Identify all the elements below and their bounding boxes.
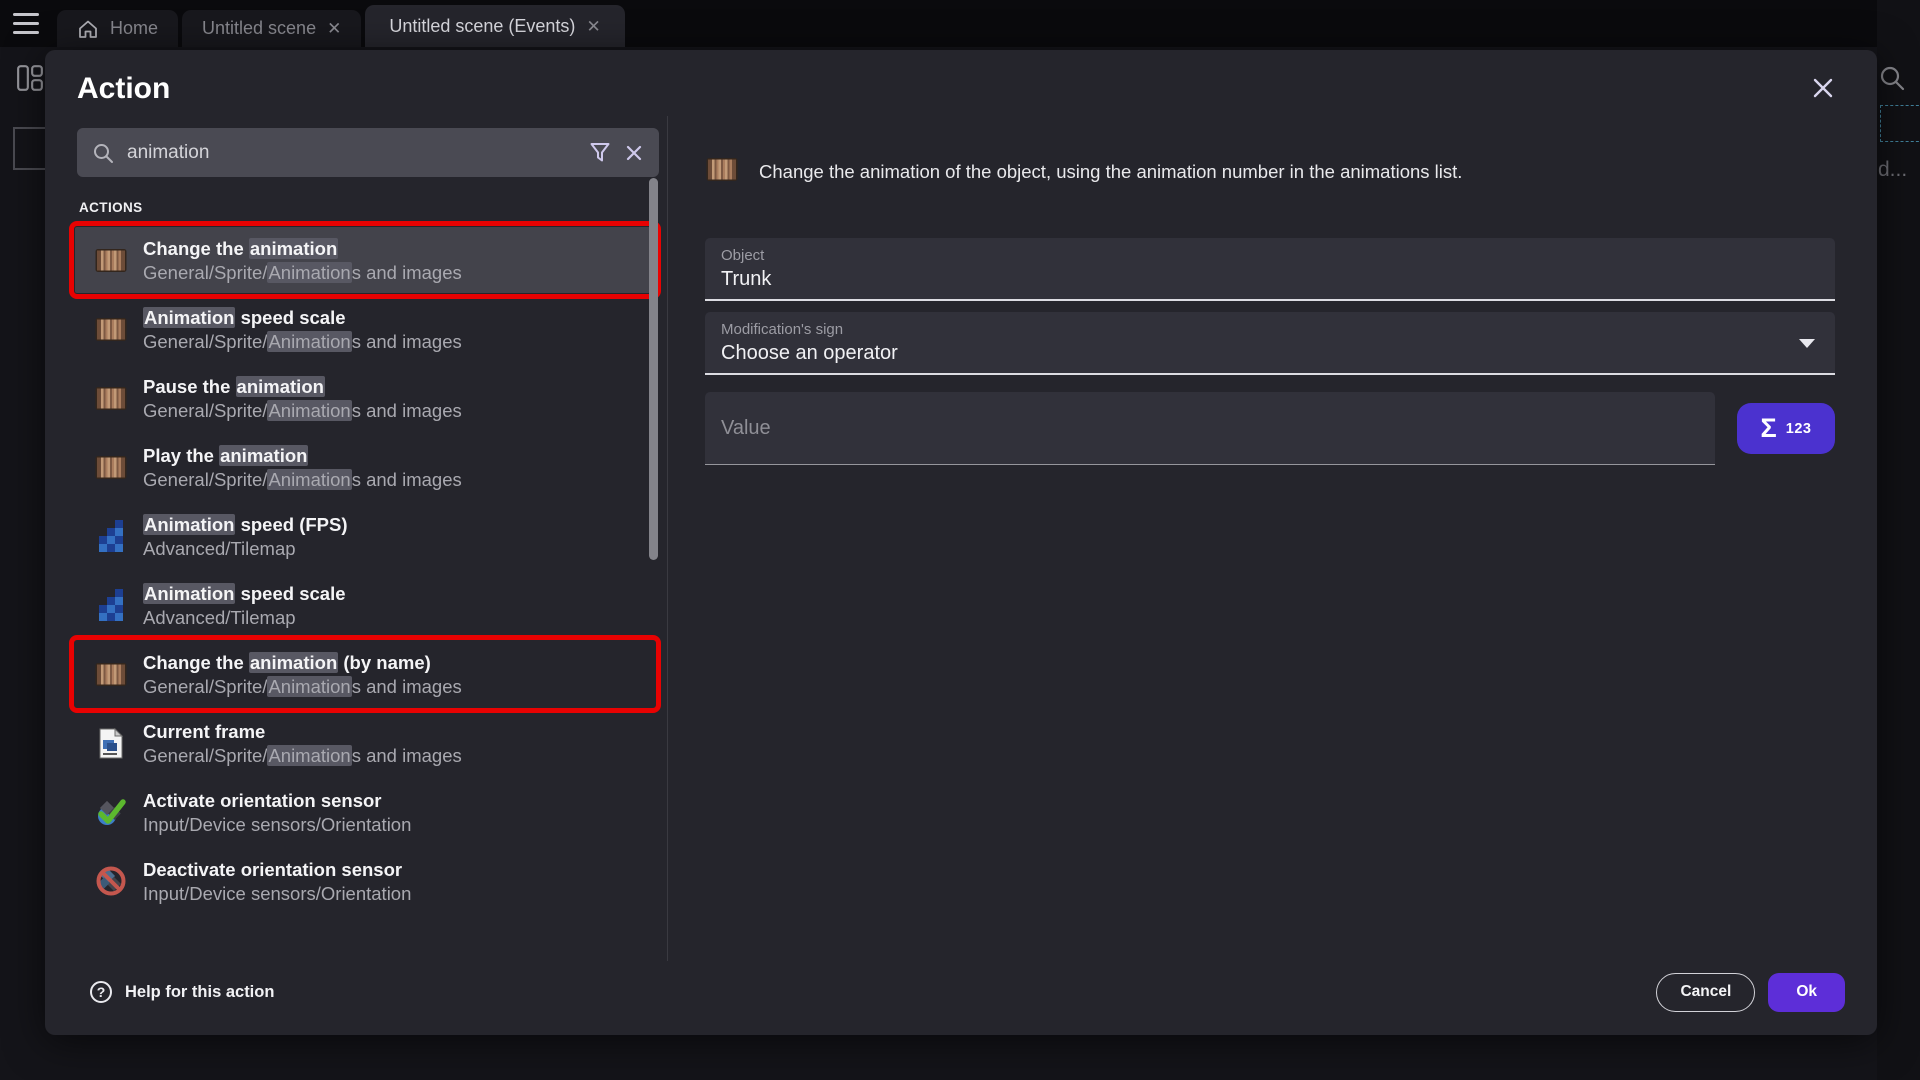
item-title: Change the animation (by name)	[143, 651, 462, 675]
truncated-background-text: d...	[1878, 158, 1907, 182]
operator-select-label: Modification's sign	[721, 321, 1819, 338]
panels-layout-icon[interactable]	[16, 64, 44, 97]
item-title: Deactivate orientation sensor	[143, 858, 411, 882]
item-subtitle: General/Sprite/Animations and images	[143, 399, 462, 422]
action-dialog: Action ACTIONS Change the animation Gene…	[45, 50, 1877, 1035]
filter-icon[interactable]	[589, 141, 611, 165]
object-field-value: Trunk	[721, 268, 1819, 291]
ok-button[interactable]: Ok	[1768, 973, 1845, 1012]
list-item[interactable]: Pause the animation General/Sprite/Anima…	[75, 365, 655, 431]
magnifier-icon	[92, 142, 114, 164]
expression-editor-button[interactable]: Σ 123	[1737, 403, 1835, 454]
home-icon	[77, 19, 99, 39]
item-title: Pause the animation	[143, 375, 462, 399]
search-icon[interactable]	[1878, 64, 1906, 97]
animation-icon	[93, 454, 129, 481]
tilemap-icon	[93, 520, 129, 552]
tab[interactable]: Home	[57, 10, 178, 47]
list-item[interactable]: Animation speed scale General/Sprite/Ani…	[75, 296, 655, 362]
selection-dashed-outline	[1880, 105, 1920, 142]
item-title: Animation speed (FPS)	[143, 513, 348, 537]
object-field-label: Object	[721, 247, 1819, 264]
tab-bar: Home Untitled scene ✕ Untitled scene (Ev…	[0, 0, 1920, 47]
tab-label: Untitled scene (Events)	[389, 16, 575, 37]
item-subtitle: General/Sprite/Animations and images	[143, 261, 462, 284]
list-item[interactable]: Change the animation General/Sprite/Anim…	[75, 227, 655, 293]
tab-close-icon[interactable]: ✕	[586, 18, 600, 35]
clear-search-icon[interactable]	[624, 143, 644, 163]
animation-icon	[93, 316, 129, 343]
scrollbar-thumb[interactable]	[649, 178, 658, 560]
item-subtitle: General/Sprite/Animations and images	[143, 330, 462, 353]
chevron-down-icon	[1799, 339, 1815, 348]
tab[interactable]: Untitled scene ✕	[182, 10, 361, 47]
dialog-footer: ? Help for this action Cancel Ok	[45, 963, 1877, 1021]
animation-icon	[93, 247, 129, 274]
background-events-sheet-edge: d...	[1877, 0, 1920, 1080]
item-subtitle: Input/Device sensors/Orientation	[143, 813, 411, 836]
frame-icon	[93, 728, 129, 759]
search-input[interactable]	[127, 142, 576, 164]
animation-icon	[93, 385, 129, 412]
help-label: Help for this action	[125, 983, 274, 1002]
close-icon[interactable]	[1809, 74, 1837, 102]
cancel-button[interactable]: Cancel	[1656, 973, 1755, 1012]
tab[interactable]: Untitled scene (Events) ✕	[365, 5, 624, 47]
list-item[interactable]: Animation speed scale Advanced/Tilemap	[75, 572, 655, 638]
item-subtitle: General/Sprite/Animations and images	[143, 468, 462, 491]
item-subtitle: General/Sprite/Animations and images	[143, 744, 462, 767]
list-item[interactable]: Current frame General/Sprite/Animations …	[75, 710, 655, 776]
list-item[interactable]: Change the animation (by name) General/S…	[75, 641, 655, 707]
list-section-header: ACTIONS	[79, 200, 667, 215]
hamburger-menu-icon[interactable]	[13, 13, 39, 34]
tab-close-icon[interactable]: ✕	[327, 20, 341, 37]
object-field[interactable]: Object Trunk	[705, 238, 1835, 301]
value-input[interactable]	[721, 417, 1699, 440]
action-search-panel: ACTIONS Change the animation General/Spr…	[45, 116, 667, 963]
item-title: Animation speed scale	[143, 306, 462, 330]
item-subtitle: Advanced/Tilemap	[143, 537, 348, 560]
sensor-off-icon	[93, 864, 129, 898]
item-title: Animation speed scale	[143, 582, 346, 606]
dialog-title: Action	[77, 72, 170, 106]
help-icon: ?	[90, 981, 112, 1003]
value-field	[705, 392, 1715, 465]
background-partial-panel	[13, 127, 47, 170]
item-title: Current frame	[143, 720, 462, 744]
action-description: Change the animation of the object, usin…	[759, 161, 1462, 183]
search-bar	[77, 128, 659, 177]
operator-select[interactable]: Modification's sign Choose an operator	[705, 312, 1835, 375]
tab-strip: Home Untitled scene ✕ Untitled scene (Ev…	[57, 0, 625, 47]
animation-icon	[93, 661, 129, 688]
list-item[interactable]: Activate orientation sensor Input/Device…	[75, 779, 655, 845]
list-item[interactable]: Play the animation General/Sprite/Animat…	[75, 434, 655, 500]
action-detail-panel: Change the animation of the object, usin…	[705, 116, 1835, 961]
expression-button-label: 123	[1786, 421, 1812, 437]
item-subtitle: General/Sprite/Animations and images	[143, 675, 462, 698]
item-subtitle: Input/Device sensors/Orientation	[143, 882, 411, 905]
action-description-row: Change the animation of the object, usin…	[705, 156, 1835, 188]
animation-icon	[705, 156, 739, 188]
tab-label: Untitled scene	[202, 18, 316, 39]
item-title: Play the animation	[143, 444, 462, 468]
help-link[interactable]: ? Help for this action	[90, 981, 274, 1003]
list-item[interactable]: Animation speed (FPS) Advanced/Tilemap	[75, 503, 655, 569]
list-item[interactable]: Deactivate orientation sensor Input/Devi…	[75, 848, 655, 914]
item-subtitle: Advanced/Tilemap	[143, 606, 346, 629]
sensor-on-icon	[93, 795, 129, 829]
tilemap-icon	[93, 589, 129, 621]
item-title: Activate orientation sensor	[143, 789, 411, 813]
tab-label: Home	[110, 18, 158, 39]
operator-select-value: Choose an operator	[721, 342, 1819, 365]
action-list: Change the animation General/Sprite/Anim…	[75, 227, 655, 914]
sigma-icon: Σ	[1761, 415, 1777, 442]
panel-divider	[667, 116, 668, 961]
item-title: Change the animation	[143, 237, 462, 261]
